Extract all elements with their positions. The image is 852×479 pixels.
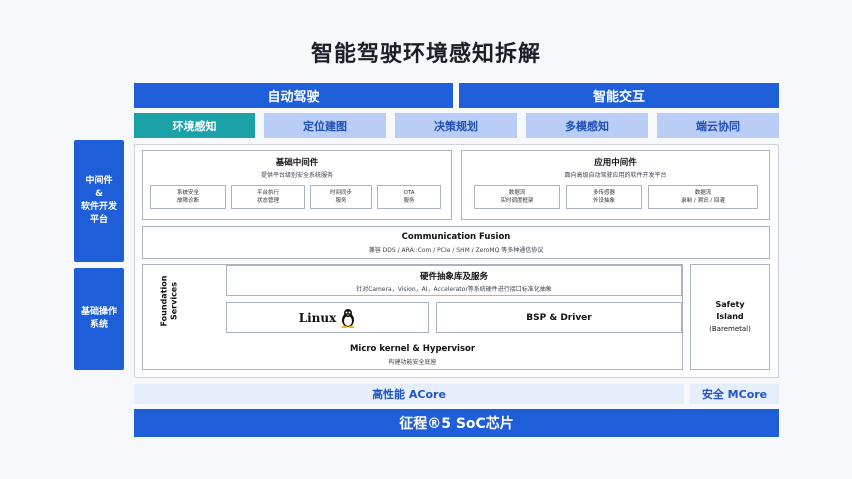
soc-bar: 征程®5 SoC芯片 — [134, 409, 779, 437]
micro-kernel-box: Micro kernel & Hypervisor 构建功能安全底座 — [142, 340, 683, 370]
communication-fusion-box: Communication Fusion 兼容 DDS / ARA::Com /… — [142, 226, 770, 259]
communication-fusion-subtitle: 兼容 DDS / ARA::Com / PCIe / SHM / ZeroMQ … — [368, 247, 544, 254]
tab-decision-planning: 决策规划 — [395, 113, 517, 138]
app-middleware-item: 多传感器 外设抽象 — [566, 185, 642, 209]
app-middleware-item: 数据流 录制 / 溯讯 / 回灌 — [648, 185, 758, 209]
page-title: 智能驾驶环境感知拆解 — [310, 42, 541, 67]
app-middleware-subtitle: 面向高级自动驾驶应用的软件开发平台 — [564, 172, 667, 179]
item-line: 服务 — [335, 198, 347, 204]
basic-middleware-item: OTA 服务 — [377, 185, 441, 209]
side-label-line: 平台 — [89, 215, 108, 225]
smart-interaction-bar: 智能交互 — [459, 83, 779, 108]
tux-penguin-icon — [341, 308, 355, 328]
basic-middleware-subtitle: 提供平台级别安全系统服务 — [260, 172, 333, 179]
tab-edge-cloud: 端云协同 — [657, 113, 779, 138]
safety-island-line: (Baremetal) — [709, 325, 751, 333]
item-line: 数据流 — [694, 190, 712, 196]
tab-multimodal-perception: 多模感知 — [526, 113, 648, 138]
safety-island-box: Safety Island (Baremetal) — [690, 264, 770, 370]
tab-environment-perception: 环境感知 — [134, 113, 255, 138]
hw-abstraction-title: 硬件抽象库及服务 — [419, 272, 488, 282]
item-line: OTA — [403, 190, 415, 196]
basic-middleware-item: 时间同步 服务 — [310, 185, 372, 209]
autonomous-driving-bar: 自动驾驶 — [134, 83, 453, 108]
foundation-line: Foundation — [159, 275, 169, 327]
linux-box: Linux — [226, 302, 429, 333]
micro-kernel-title: Micro kernel & Hypervisor — [349, 344, 476, 354]
item-line: 录制 / 溯讯 / 回灌 — [681, 198, 725, 204]
item-line: 服务 — [403, 198, 415, 204]
item-line: 平台执行 — [256, 190, 279, 196]
foundation-line: Services — [169, 281, 179, 321]
item-line: 数据流 — [508, 190, 526, 196]
acore-bar: 高性能 ACore — [134, 384, 684, 404]
linux-logo-text: Linux — [298, 310, 337, 325]
mcore-bar: 安全 MCore — [690, 384, 779, 404]
basic-middleware-title: 基础中间件 — [275, 158, 319, 168]
side-label-line: 系统 — [89, 320, 108, 330]
side-label-line: & — [95, 189, 103, 199]
basic-middleware-item: 系统安全 故障诊断 — [150, 185, 226, 209]
item-line: 状态管理 — [256, 198, 279, 204]
item-line: 故障诊断 — [176, 198, 199, 204]
app-middleware-title: 应用中间件 — [594, 158, 637, 168]
bsp-driver-box: BSP & Driver — [436, 302, 682, 333]
item-line: 系统安全 — [176, 190, 199, 196]
middleware-side-label: 中间件 & 软件开发 平台 — [74, 140, 124, 262]
basic-middleware-item: 平台执行 状态管理 — [231, 185, 305, 209]
app-middleware-item: 数据流 实时调度框架 — [474, 185, 560, 209]
side-label-line: 中间件 — [85, 176, 113, 186]
tab-localization-mapping: 定位建图 — [264, 113, 386, 138]
item-line: 实时调度框架 — [500, 198, 534, 204]
micro-kernel-subtitle: 构建功能安全底座 — [388, 359, 437, 366]
base-os-side-label: 基础操作 系统 — [74, 268, 124, 370]
safety-island-line: Island — [716, 312, 744, 321]
item-line: 外设抽象 — [592, 198, 615, 204]
side-label-line: 软件开发 — [80, 202, 117, 212]
safety-island-line: Safety — [715, 300, 745, 309]
communication-fusion-title: Communication Fusion — [401, 232, 511, 242]
side-label-line: 基础操作 — [80, 307, 117, 317]
item-line: 多传感器 — [592, 190, 615, 196]
hw-abstraction-box: 硬件抽象库及服务 针对Camera，Vision，AI，Accelerator等… — [226, 265, 682, 296]
item-line: 时间同步 — [329, 190, 352, 196]
hw-abstraction-subtitle: 针对Camera，Vision，AI，Accelerator等系统硬件进行接口标… — [356, 286, 552, 293]
foundation-services-label: Foundation Services — [146, 268, 192, 334]
